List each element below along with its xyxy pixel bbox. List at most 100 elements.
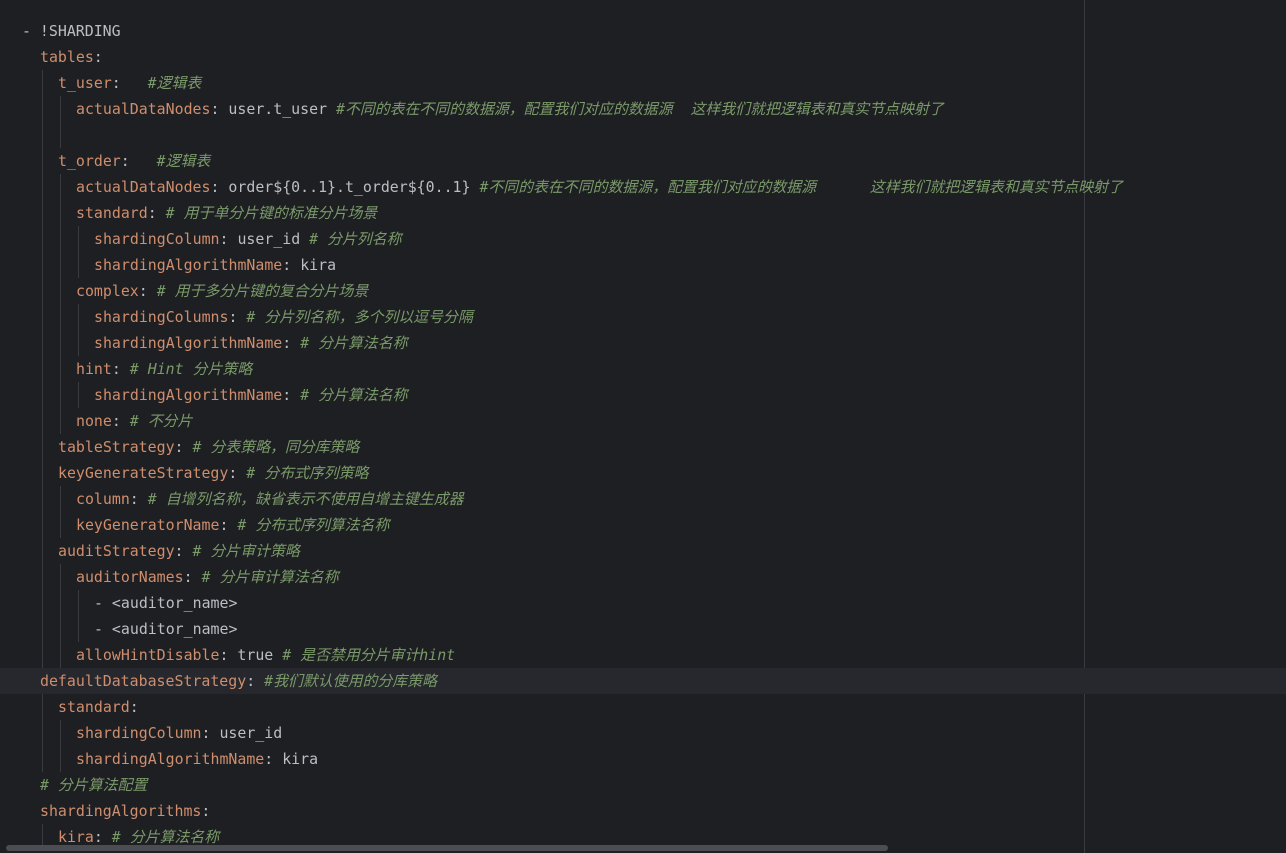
- code-line[interactable]: complex: # 用于多分片键的复合分片场景: [0, 278, 1286, 304]
- code-line[interactable]: shardingColumns: # 分片列名称，多个列以逗号分隔: [0, 304, 1286, 330]
- code-line[interactable]: # 分片算法配置: [0, 772, 1286, 798]
- indent-guide: [60, 122, 61, 148]
- yaml-value: user_id: [210, 724, 283, 742]
- code-line[interactable]: column: # 自增列名称，缺省表示不使用自增主键生成器: [0, 486, 1286, 512]
- code-line[interactable]: auditorNames: # 分片审计算法名称: [0, 564, 1286, 590]
- indent-guide: [60, 746, 61, 772]
- indent-guide: [60, 408, 61, 434]
- code-line[interactable]: [0, 122, 1286, 148]
- yaml-value: [121, 74, 139, 92]
- code-line[interactable]: shardingAlgorithmName: # 分片算法名称: [0, 382, 1286, 408]
- code-line-text: shardingColumns: # 分片列名称，多个列以逗号分隔: [94, 304, 473, 330]
- yaml-comment: # 分片算法配置: [40, 776, 148, 794]
- yaml-colon: :: [282, 334, 292, 352]
- yaml-comment: #逻辑表: [147, 152, 211, 170]
- indent-guide: [60, 616, 61, 642]
- code-area[interactable]: - !SHARDING tables: t_user: #逻辑表 actualData…: [0, 18, 1286, 850]
- yaml-key: standard: [58, 698, 130, 716]
- code-line[interactable]: actualDataNodes: order${0..1}.t_order${0…: [0, 174, 1286, 200]
- code-line[interactable]: defaultDatabaseStrategy: #我们默认使用的分库策略: [0, 668, 1286, 694]
- code-line[interactable]: t_order: #逻辑表: [0, 148, 1286, 174]
- code-line[interactable]: none: # 不分片: [0, 408, 1286, 434]
- code-line-text: - <auditor_name>: [94, 590, 237, 616]
- yaml-key: shardingColumns: [94, 308, 229, 326]
- yaml-comment: # 分片算法名称: [291, 334, 408, 352]
- indent-guide: [42, 278, 43, 304]
- horizontal-scrollbar-thumb[interactable]: [6, 845, 888, 851]
- yaml-colon: :: [147, 204, 157, 222]
- yaml-comment: # 不分片: [120, 412, 193, 430]
- yaml-comment: # 分片算法名称: [291, 386, 408, 404]
- code-line[interactable]: tables:: [0, 44, 1286, 70]
- indent-guide: [42, 538, 43, 564]
- code-line[interactable]: shardingAlgorithms:: [0, 798, 1286, 824]
- yaml-colon: :: [174, 438, 184, 456]
- code-line[interactable]: auditStrategy: # 分片审计策略: [0, 538, 1286, 564]
- yaml-value: true: [228, 646, 274, 664]
- indent-guide: [42, 616, 43, 642]
- yaml-key: column: [76, 490, 130, 508]
- code-line-text: standard: # 用于单分片键的标准分片场景: [76, 200, 377, 226]
- indent-guide: [78, 590, 79, 616]
- code-line[interactable]: standard: # 用于单分片键的标准分片场景: [0, 200, 1286, 226]
- indent-guide: [60, 330, 61, 356]
- code-line[interactable]: shardingAlgorithmName: # 分片算法名称: [0, 330, 1286, 356]
- code-line[interactable]: standard:: [0, 694, 1286, 720]
- indent-guide: [42, 694, 43, 720]
- code-line[interactable]: hint: # Hint 分片策略: [0, 356, 1286, 382]
- code-line-text: keyGeneratorName: # 分布式序列算法名称: [76, 512, 389, 538]
- indent-guide: [60, 278, 61, 304]
- code-line[interactable]: keyGenerateStrategy: # 分布式序列策略: [0, 460, 1286, 486]
- code-line-text: shardingAlgorithmName: # 分片算法名称: [94, 330, 407, 356]
- yaml-key: shardingAlgorithms: [40, 802, 202, 820]
- code-line-text: tableStrategy: # 分表策略，同分库策略: [58, 434, 359, 460]
- code-line[interactable]: - <auditor_name>: [0, 616, 1286, 642]
- code-line-text: shardingAlgorithmName: kira: [94, 252, 336, 278]
- yaml-key: keyGenerateStrategy: [58, 464, 229, 482]
- code-line-text: t_user: #逻辑表: [58, 70, 201, 96]
- yaml-comment: # Hint 分片策略: [120, 360, 253, 378]
- yaml-value: [130, 152, 148, 170]
- code-line[interactable]: allowHintDisable: true # 是否禁用分片审计hint: [0, 642, 1286, 668]
- code-line-text: actualDataNodes: user.t_user #不同的表在不同的数据…: [76, 96, 944, 122]
- yaml-comment: # 分片审计策略: [183, 542, 300, 560]
- code-line[interactable]: shardingAlgorithmName: kira: [0, 252, 1286, 278]
- indent-guide: [60, 642, 61, 668]
- code-line[interactable]: shardingColumn: user_id # 分片列名称: [0, 226, 1286, 252]
- horizontal-scrollbar[interactable]: [0, 843, 1286, 853]
- code-line[interactable]: shardingColumn: user_id: [0, 720, 1286, 746]
- indent-guide: [78, 330, 79, 356]
- code-line[interactable]: keyGeneratorName: # 分布式序列算法名称: [0, 512, 1286, 538]
- code-line[interactable]: - <auditor_name>: [0, 590, 1286, 616]
- code-line-text: standard:: [58, 694, 139, 720]
- code-editor[interactable]: - !SHARDING tables: t_user: #逻辑表 actualData…: [0, 0, 1286, 853]
- code-line[interactable]: shardingAlgorithmName: kira: [0, 746, 1286, 772]
- indent-guide: [60, 512, 61, 538]
- yaml-key: actualDataNodes: [76, 100, 211, 118]
- code-line[interactable]: - !SHARDING: [0, 18, 1286, 44]
- code-line-text: allowHintDisable: true # 是否禁用分片审计hint: [76, 642, 455, 668]
- code-line-text: t_order: #逻辑表: [58, 148, 210, 174]
- yaml-key: tables: [40, 48, 94, 66]
- code-line-text: auditStrategy: # 分片审计策略: [58, 538, 300, 564]
- indent-guide: [42, 70, 43, 96]
- yaml-value: user_id: [228, 230, 301, 248]
- yaml-value: - <auditor_name>: [94, 620, 238, 638]
- indent-guide: [42, 200, 43, 226]
- code-line[interactable]: t_user: #逻辑表: [0, 70, 1286, 96]
- yaml-key: defaultDatabaseStrategy: [40, 672, 247, 690]
- yaml-colon: :: [111, 360, 121, 378]
- yaml-colon: :: [183, 568, 193, 586]
- indent-guide: [60, 304, 61, 330]
- indent-guide: [60, 356, 61, 382]
- indent-guide: [42, 408, 43, 434]
- indent-guide: [78, 616, 79, 642]
- yaml-comment: # 用于多分片键的复合分片场景: [147, 282, 369, 300]
- code-line[interactable]: tableStrategy: # 分表策略，同分库策略: [0, 434, 1286, 460]
- yaml-colon: :: [174, 542, 184, 560]
- code-line[interactable]: actualDataNodes: user.t_user #不同的表在不同的数据…: [0, 96, 1286, 122]
- indent-guide: [78, 382, 79, 408]
- yaml-comment: # 分表策略，同分库策略: [183, 438, 360, 456]
- code-line-text: shardingColumn: user_id # 分片列名称: [94, 226, 402, 252]
- indent-guide: [60, 252, 61, 278]
